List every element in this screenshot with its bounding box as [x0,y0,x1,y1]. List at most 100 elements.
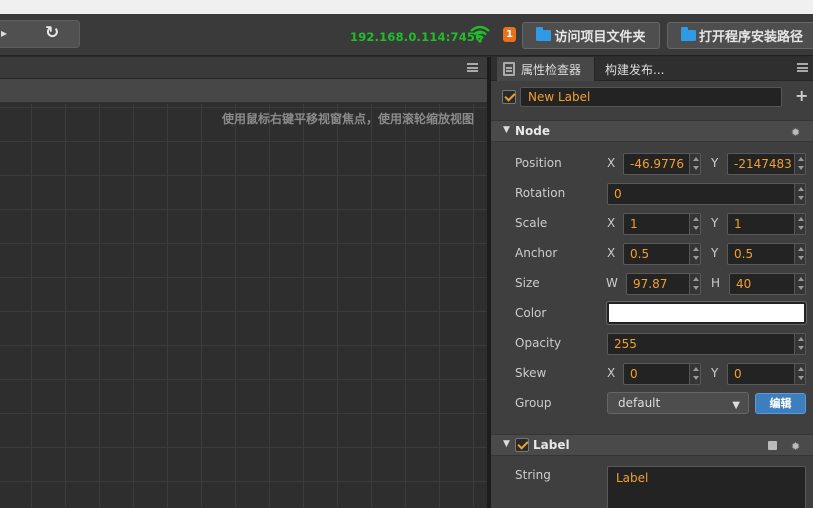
position-x-stepper[interactable] [689,154,700,174]
label-enabled-checkbox[interactable] [515,438,529,452]
scale-y-input[interactable]: 1 [727,213,806,235]
skew-x-value: 0 [630,367,638,381]
anchor-x-value: 0.5 [630,247,650,261]
skew-x-stepper[interactable] [689,364,700,384]
color-picker[interactable] [606,301,807,325]
position-x-value: -46.9776 [630,157,684,171]
rotation-input[interactable]: 0 [607,183,806,205]
scale-x-input[interactable]: 1 [623,213,701,235]
opacity-stepper[interactable] [794,334,805,354]
string-label: String [515,468,551,482]
edit-group-button[interactable]: 编辑 [755,393,806,414]
size-w-value: 97.87 [633,277,668,291]
scene-menu-icon[interactable] [467,63,478,72]
anchor-label: Anchor [515,246,558,260]
group-selected-value: default [618,396,661,410]
scene-grid-viewport[interactable] [0,104,487,508]
scene-header [0,57,487,79]
anchor-x-label: X [607,246,616,260]
inspector-tabs: 属性检查器 构建发布... [491,57,813,81]
size-h-value: 40 [736,277,752,291]
size-h-stepper[interactable] [794,274,805,294]
tab-build-publish[interactable]: 构建发布... [605,57,664,81]
position-y-stepper[interactable] [794,154,805,174]
anchor-y-value: 0.5 [734,247,754,261]
gear-icon[interactable]: ✹ [791,126,800,139]
group-select[interactable]: default ▼ [607,392,749,414]
label-section-header[interactable]: ▼ Label ✹ [491,434,813,456]
node-section-title: Node [515,124,551,138]
add-component-icon[interactable]: + [795,86,808,105]
play-arrow-icon[interactable]: ▸ [1,26,7,40]
opacity-value: 255 [614,337,637,351]
size-label: Size [515,276,540,290]
collapse-triangle-icon[interactable]: ▼ [503,125,510,135]
position-y-input[interactable]: -2147483 [727,153,806,175]
position-y-label: Y [711,156,719,170]
help-book-icon[interactable] [768,441,777,450]
tab-inspector[interactable]: 属性检查器 [497,57,595,81]
inspector-icon [503,62,515,76]
rotation-stepper[interactable] [794,184,805,204]
scale-label: Scale [515,216,548,230]
anchor-x-stepper[interactable] [689,244,700,264]
position-x-label: X [607,156,616,170]
window-top-strip [0,0,813,14]
scale-x-stepper[interactable] [689,214,700,234]
inspector-panel: 属性检查器 构建发布... New Label + ▼ Node ✹ Posit… [491,57,813,508]
anchor-y-label: Y [711,246,719,260]
collapse-triangle-icon[interactable]: ▼ [503,439,510,449]
rotation-value: 0 [614,187,622,201]
preview-ip-address[interactable]: 192.168.0.114:7456 [350,30,483,44]
string-textarea[interactable]: Label [607,466,806,508]
size-h-input[interactable]: 40 [729,273,806,295]
dropdown-caret-icon: ▼ [732,400,740,411]
anchor-y-stepper[interactable] [794,244,805,264]
skew-label: Skew [515,366,547,380]
folder-icon [680,27,696,41]
skew-y-value: 0 [734,367,742,381]
open-project-folder-label: 访问项目文件夹 [554,30,646,45]
skew-y-label: Y [711,366,719,380]
skew-y-input[interactable]: 0 [727,363,806,385]
node-name-input[interactable]: New Label [520,87,782,107]
opacity-label: Opacity [515,336,562,350]
open-install-path-button[interactable]: 打开程序安装路径 [667,22,813,49]
position-label: Position [515,156,562,170]
gear-icon[interactable]: ✹ [791,440,800,453]
node-section-header[interactable]: ▼ Node ✹ [491,120,813,142]
label-section-title: Label [533,438,570,452]
refresh-icon[interactable]: ↻ [45,23,59,43]
wifi-icon [470,25,490,43]
scene-subtoolbar [0,79,487,103]
toolbar-control-group: ▸ ↻ [0,20,80,48]
notification-badge[interactable]: 1 [503,27,516,42]
skew-x-input[interactable]: 0 [623,363,701,385]
position-x-input[interactable]: -46.9776 [623,153,701,175]
size-w-label: W [606,276,618,290]
open-install-path-label: 打开程序安装路径 [698,30,803,45]
folder-icon [536,27,552,41]
scale-x-label: X [607,216,616,230]
opacity-input[interactable]: 255 [607,333,806,355]
position-y-value: -2147483 [734,157,792,171]
node-active-checkbox[interactable] [502,90,516,104]
size-h-label: H [711,276,721,290]
open-project-folder-button[interactable]: 访问项目文件夹 [522,22,660,49]
anchor-x-input[interactable]: 0.5 [623,243,701,265]
rotation-label: Rotation [515,186,566,200]
skew-x-label: X [607,366,616,380]
scale-y-stepper[interactable] [794,214,805,234]
anchor-y-input[interactable]: 0.5 [727,243,806,265]
skew-y-stepper[interactable] [794,364,805,384]
size-w-input[interactable]: 97.87 [626,273,701,295]
tab-inspector-label: 属性检查器 [521,62,582,77]
scale-y-label: Y [711,216,719,230]
size-w-stepper[interactable] [689,274,700,294]
tab-build-publish-label: 构建发布... [605,62,665,77]
inspector-menu-icon[interactable] [797,63,808,72]
group-label: Group [515,396,552,410]
scale-y-value: 1 [734,217,742,231]
main-toolbar: ▸ ↻ 192.168.0.114:7456 1 访问项目文件夹 打开程序安装路… [0,14,813,56]
color-label: Color [515,306,547,320]
